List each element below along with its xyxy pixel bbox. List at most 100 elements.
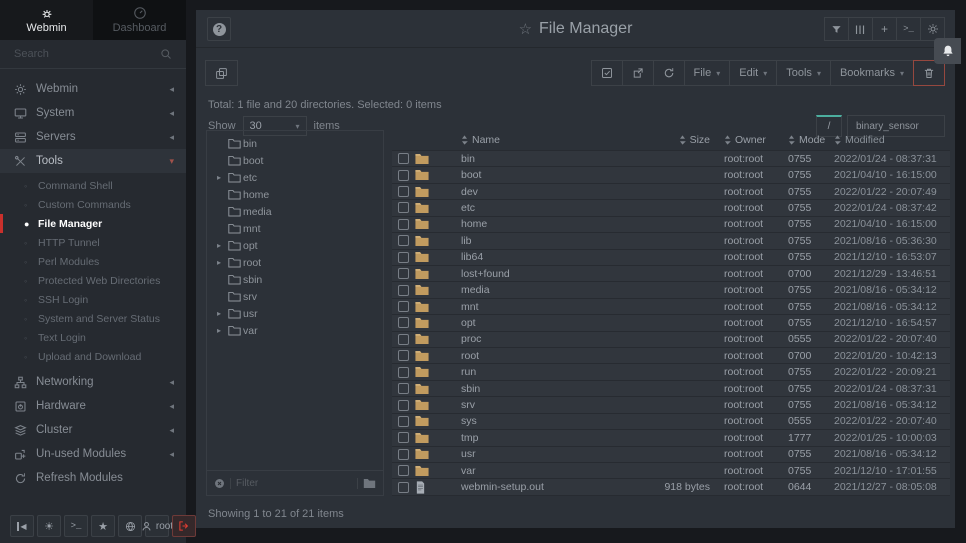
logout-button[interactable] xyxy=(172,515,196,537)
refresh-button[interactable] xyxy=(653,60,685,86)
row-checkbox[interactable] xyxy=(398,400,409,411)
expand-arrow-icon[interactable]: ▸ xyxy=(217,258,221,267)
sidebar-item-tools[interactable]: Tools▾ xyxy=(0,149,186,173)
tab-webmin[interactable]: Webmin xyxy=(0,0,93,40)
table-row-lost-found[interactable]: lost+foundroot:root07002021/12/29 - 13:4… xyxy=(392,266,950,282)
file-name[interactable]: mnt xyxy=(461,301,638,313)
row-checkbox[interactable] xyxy=(398,317,409,328)
tree-item-media[interactable]: media xyxy=(207,203,383,220)
sidebar-item-system[interactable]: System◂ xyxy=(0,101,186,125)
table-row-etc[interactable]: etcroot:root07552022/01/24 - 08:37:42 xyxy=(392,200,950,216)
file-name[interactable]: lost+found xyxy=(461,268,638,280)
file-name[interactable]: var xyxy=(461,465,638,477)
sidebar-item-webmin[interactable]: Webmin◂ xyxy=(0,77,186,101)
sidebar-item-hardware[interactable]: Hardware◂ xyxy=(0,394,186,418)
sort-icon[interactable] xyxy=(788,135,795,145)
language-button[interactable] xyxy=(118,515,142,537)
row-checkbox[interactable] xyxy=(398,186,409,197)
tree-item-etc[interactable]: ▸etc xyxy=(207,169,383,186)
expand-arrow-icon[interactable]: ▸ xyxy=(217,326,221,335)
sidebar-item-command-shell[interactable]: ◦Command Shell xyxy=(0,176,186,195)
sidebar-item-ssh-login[interactable]: ◦SSH Login xyxy=(0,290,186,309)
file-menu-button[interactable]: File▾ xyxy=(684,60,731,86)
table-row-lib[interactable]: libroot:root07552021/08/16 - 05:36:30 xyxy=(392,233,950,249)
expand-arrow-icon[interactable]: ▸ xyxy=(217,241,221,250)
tree-item-srv[interactable]: srv xyxy=(207,288,383,305)
column-header-mode[interactable]: Mode xyxy=(788,134,834,146)
table-row-root[interactable]: rootroot:root07002022/01/20 - 10:42:13 xyxy=(392,348,950,364)
export-button[interactable] xyxy=(622,60,654,86)
file-name[interactable]: webmin-setup.out xyxy=(461,481,638,493)
row-checkbox[interactable] xyxy=(398,465,409,476)
notifications-bell[interactable] xyxy=(934,38,961,64)
folder-icon[interactable] xyxy=(363,478,376,489)
row-checkbox[interactable] xyxy=(398,367,409,378)
row-checkbox[interactable] xyxy=(398,482,409,493)
column-header-owner[interactable]: Owner xyxy=(724,134,788,146)
filter-button[interactable] xyxy=(824,17,849,41)
tree-item-root[interactable]: ▸root xyxy=(207,254,383,271)
file-name[interactable]: sbin xyxy=(461,383,638,395)
table-row-mnt[interactable]: mntroot:root07552021/08/16 - 05:34:12 xyxy=(392,299,950,315)
row-checkbox[interactable] xyxy=(398,301,409,312)
sidebar-item-file-manager[interactable]: ●File Manager xyxy=(0,214,186,233)
sidebar-item-text-login[interactable]: ◦Text Login xyxy=(0,328,186,347)
file-name[interactable]: opt xyxy=(461,317,638,329)
select-all-button[interactable] xyxy=(591,60,623,86)
file-name[interactable]: bin xyxy=(461,153,638,165)
table-row-sbin[interactable]: sbinroot:root07552022/01/24 - 08:37:31 xyxy=(392,381,950,397)
sidebar-item-perl-modules[interactable]: ◦Perl Modules xyxy=(0,252,186,271)
row-checkbox[interactable] xyxy=(398,334,409,345)
row-checkbox[interactable] xyxy=(398,432,409,443)
columns-button[interactable]: ||| xyxy=(848,17,873,41)
table-row-tmp[interactable]: tmproot:root17772022/01/25 - 10:00:03 xyxy=(392,430,950,446)
row-checkbox[interactable] xyxy=(398,268,409,279)
table-row-lib64[interactable]: lib64root:root07552021/12/10 - 16:53:07 xyxy=(392,250,950,266)
tree-item-boot[interactable]: boot xyxy=(207,152,383,169)
row-checkbox[interactable] xyxy=(398,153,409,164)
file-name[interactable]: proc xyxy=(461,333,638,345)
sidebar-item-refresh-modules[interactable]: Refresh Modules xyxy=(0,466,186,490)
table-row-media[interactable]: mediaroot:root07552021/08/16 - 05:34:12 xyxy=(392,282,950,298)
table-row-srv[interactable]: srvroot:root07552021/08/16 - 05:34:12 xyxy=(392,397,950,413)
terminal-button[interactable]: >_ xyxy=(896,17,921,41)
tab-dashboard[interactable]: Dashboard xyxy=(93,0,186,40)
tree-item-usr[interactable]: ▸usr xyxy=(207,305,383,322)
row-checkbox[interactable] xyxy=(398,235,409,246)
column-header-size[interactable]: Size xyxy=(638,134,724,146)
sort-icon[interactable] xyxy=(724,135,731,145)
sort-icon[interactable] xyxy=(679,135,686,145)
expand-arrow-icon[interactable]: ▸ xyxy=(217,173,221,182)
tree-filter-input[interactable] xyxy=(236,478,352,489)
sort-icon[interactable] xyxy=(461,135,468,145)
tree-item-opt[interactable]: ▸opt xyxy=(207,237,383,254)
file-name[interactable]: lib64 xyxy=(461,251,638,263)
table-row-var[interactable]: varroot:root07552021/12/10 - 17:01:55 xyxy=(392,463,950,479)
sidebar-item-custom-commands[interactable]: ◦Custom Commands xyxy=(0,195,186,214)
sidebar-item-system-and-server-status[interactable]: ◦System and Server Status xyxy=(0,309,186,328)
file-name[interactable]: tmp xyxy=(461,432,638,444)
row-checkbox[interactable] xyxy=(398,449,409,460)
file-name[interactable]: usr xyxy=(461,448,638,460)
table-row-dev[interactable]: devroot:root07552022/01/22 - 20:07:49 xyxy=(392,184,950,200)
row-checkbox[interactable] xyxy=(398,383,409,394)
file-name[interactable]: etc xyxy=(461,202,638,214)
clear-filter-icon[interactable] xyxy=(214,478,225,489)
sidebar-item-http-tunnel[interactable]: ◦HTTP Tunnel xyxy=(0,233,186,252)
file-name[interactable]: home xyxy=(461,218,638,230)
sidebar-item-cluster[interactable]: Cluster◂ xyxy=(0,418,186,442)
tree-item-sbin[interactable]: sbin xyxy=(207,271,383,288)
search-input[interactable] xyxy=(14,48,160,60)
row-checkbox[interactable] xyxy=(398,416,409,427)
row-checkbox[interactable] xyxy=(398,350,409,361)
help-button[interactable]: ? xyxy=(207,17,231,41)
file-name[interactable]: sys xyxy=(461,415,638,427)
file-name[interactable]: lib xyxy=(461,235,638,247)
column-header-modified[interactable]: Modified xyxy=(834,134,950,146)
shell-button[interactable]: >_ xyxy=(64,515,88,537)
tools-menu-button[interactable]: Tools▾ xyxy=(776,60,831,86)
theme-button[interactable]: ☀ xyxy=(37,515,61,537)
table-row-home[interactable]: homeroot:root07552021/04/10 - 16:15:00 xyxy=(392,217,950,233)
tree-item-bin[interactable]: bin xyxy=(207,135,383,152)
row-checkbox[interactable] xyxy=(398,170,409,181)
